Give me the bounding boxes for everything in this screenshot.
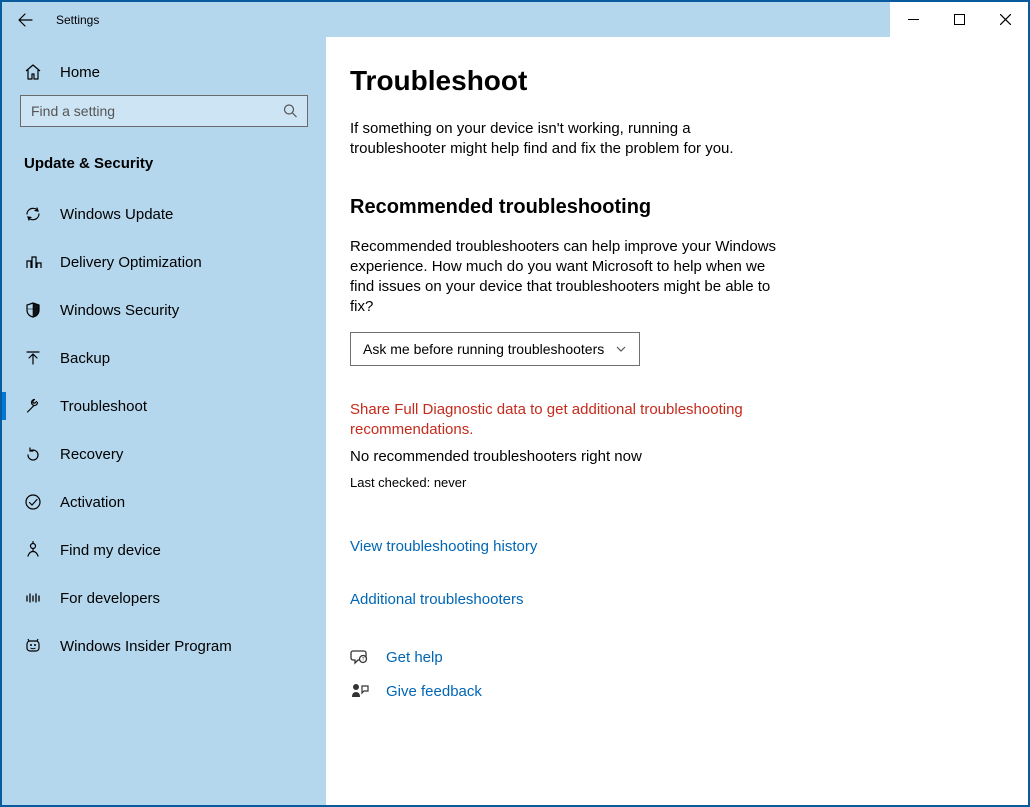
last-checked: Last checked: never — [350, 475, 1004, 490]
sidebar-item-for-developers[interactable]: For developers — [2, 574, 326, 622]
history-link[interactable]: View troubleshooting history — [350, 538, 1004, 555]
troubleshooting-mode-dropdown[interactable]: Ask me before running troubleshooters — [350, 332, 640, 366]
page-title: Troubleshoot — [350, 65, 1004, 97]
minimize-button[interactable] — [890, 2, 936, 37]
maximize-button[interactable] — [936, 2, 982, 37]
window-controls — [890, 2, 1028, 37]
sidebar-item-troubleshoot[interactable]: Troubleshoot — [2, 382, 326, 430]
sidebar-item-windows-update[interactable]: Windows Update — [2, 190, 326, 238]
sidebar-nav: Windows Update Delivery Optimization Win… — [2, 190, 326, 670]
search-input[interactable] — [20, 95, 308, 127]
activation-icon — [24, 493, 42, 511]
recovery-icon — [24, 445, 42, 463]
sidebar-item-recovery[interactable]: Recovery — [2, 430, 326, 478]
window-title: Settings — [56, 13, 99, 27]
sidebar-item-label: Windows Security — [60, 302, 179, 319]
section-text: Recommended troubleshooters can help imp… — [350, 237, 790, 318]
close-button[interactable] — [982, 2, 1028, 37]
shield-icon — [24, 301, 42, 319]
dropdown-value: Ask me before running troubleshooters — [363, 341, 604, 357]
minimize-icon — [908, 14, 919, 25]
sync-icon — [24, 205, 42, 223]
search-wrap — [20, 95, 308, 127]
give-feedback-row: Give feedback — [350, 682, 1004, 700]
arrow-left-icon — [17, 12, 33, 28]
additional-link[interactable]: Additional troubleshooters — [350, 591, 1004, 608]
backup-icon — [24, 349, 42, 367]
sidebar-item-activation[interactable]: Activation — [2, 478, 326, 526]
sidebar-item-label: Windows Insider Program — [60, 638, 232, 655]
get-help-link[interactable]: Get help — [386, 649, 443, 666]
find-device-icon — [24, 541, 42, 559]
delivery-icon — [24, 253, 42, 271]
sidebar-item-label: For developers — [60, 590, 160, 607]
back-button[interactable] — [2, 2, 48, 37]
category-label: Update & Security — [20, 149, 308, 190]
sidebar-item-label: Find my device — [60, 542, 161, 559]
sidebar-item-label: Troubleshoot — [60, 398, 147, 415]
feedback-icon — [350, 682, 370, 700]
sidebar-home-label: Home — [60, 64, 100, 81]
status-text: No recommended troubleshooters right now — [350, 448, 1004, 465]
chevron-down-icon — [615, 343, 627, 355]
content-pane: Troubleshoot If something on your device… — [326, 37, 1028, 805]
sidebar-item-find-my-device[interactable]: Find my device — [2, 526, 326, 574]
sidebar-item-label: Delivery Optimization — [60, 254, 202, 271]
sidebar-item-backup[interactable]: Backup — [2, 334, 326, 382]
sidebar-home[interactable]: Home — [20, 53, 308, 95]
maximize-icon — [954, 14, 965, 25]
home-icon — [24, 63, 42, 81]
intro-text: If something on your device isn't workin… — [350, 119, 790, 160]
sidebar-item-windows-insider[interactable]: Windows Insider Program — [2, 622, 326, 670]
titlebar: Settings — [2, 2, 1028, 37]
sidebar-item-delivery-optimization[interactable]: Delivery Optimization — [2, 238, 326, 286]
get-help-row: ? Get help — [350, 648, 1004, 666]
search-icon — [283, 104, 298, 119]
sidebar-item-label: Recovery — [60, 446, 123, 463]
svg-text:?: ? — [362, 657, 365, 663]
diagnostic-warning: Share Full Diagnostic data to get additi… — [350, 400, 790, 441]
help-icon: ? — [350, 648, 370, 666]
sidebar-item-label: Windows Update — [60, 206, 173, 223]
give-feedback-link[interactable]: Give feedback — [386, 683, 482, 700]
developer-icon — [24, 589, 42, 607]
sidebar-item-windows-security[interactable]: Windows Security — [2, 286, 326, 334]
sidebar-item-label: Backup — [60, 350, 110, 367]
sidebar: Home Update & Security Windows Update De… — [2, 37, 326, 805]
sidebar-item-label: Activation — [60, 494, 125, 511]
section-title: Recommended troubleshooting — [350, 196, 1004, 219]
insider-icon — [24, 637, 42, 655]
close-icon — [1000, 14, 1011, 25]
wrench-icon — [24, 397, 42, 415]
